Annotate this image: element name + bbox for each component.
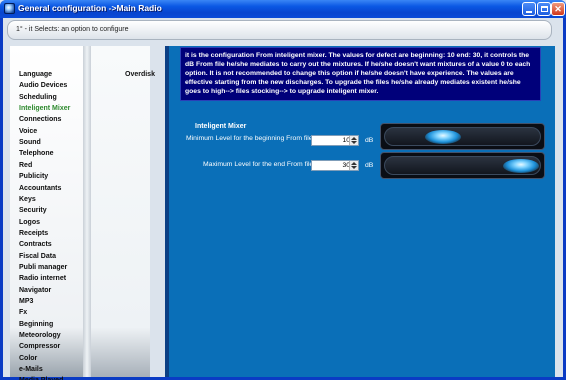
list-divider[interactable]	[83, 46, 91, 377]
minimize-button[interactable]	[522, 2, 536, 16]
sidebar-item-radio-internet[interactable]: Radio internet	[19, 275, 66, 282]
slider-thumb[interactable]	[425, 130, 461, 144]
sidebar-item-fx[interactable]: Fx	[19, 309, 27, 316]
sidebar-item-accountants[interactable]: Accountants	[19, 185, 61, 192]
sidebar-item-connections[interactable]: Connections	[19, 116, 61, 123]
sidebar-item-color[interactable]: Color	[19, 355, 37, 362]
description-box: it is the configuration From inteligent …	[180, 47, 541, 101]
sidebar-item-audio-devices[interactable]: Audio Devices	[19, 82, 67, 89]
maximize-button[interactable]	[537, 2, 551, 16]
sidebar-item-navigator[interactable]: Navigator	[19, 287, 51, 294]
instruction-text: 1° - it Selects: an option to configure	[16, 26, 129, 33]
sidebar-item-contracts[interactable]: Contracts	[19, 241, 52, 248]
spin-down-icon[interactable]	[351, 141, 357, 144]
min-level-value[interactable]: 10	[312, 137, 350, 144]
minimize-icon	[526, 11, 532, 13]
close-icon: ✕	[554, 4, 562, 14]
min-level-spin-buttons[interactable]	[349, 136, 358, 145]
category-list: Language Audio Devices Scheduling Inteligen…	[10, 46, 84, 380]
app-icon[interactable]	[4, 3, 15, 14]
sidebar-item-publicity[interactable]: Publicity	[19, 173, 48, 180]
sidebar-item-receipts[interactable]: Receipts	[19, 230, 48, 237]
max-level-label: Maximum Level for the end From file	[203, 161, 314, 168]
config-panel: it is the configuration From inteligent …	[165, 46, 555, 377]
max-level-spinner[interactable]: 30	[311, 160, 359, 171]
sidebar-item-telephone[interactable]: Telephone	[19, 150, 53, 157]
sidebar-item-fiscal-data[interactable]: Fiscal Data	[19, 253, 56, 260]
slider-track[interactable]	[384, 127, 541, 146]
spin-up-icon[interactable]	[351, 137, 357, 140]
min-level-slider[interactable]	[380, 123, 545, 150]
min-level-unit: dB	[365, 137, 374, 144]
main-window: General configuration ->Main Radio ✕ 1° …	[0, 0, 566, 380]
sidebar-item-security[interactable]: Security	[19, 207, 47, 214]
sidebar-item-logos[interactable]: Logos	[19, 219, 40, 226]
sidebar-item-keys[interactable]: Keys	[19, 196, 36, 203]
sidebar-item-voice[interactable]: Voice	[19, 128, 37, 135]
max-level-spin-buttons[interactable]	[349, 161, 358, 170]
sidebar-item-meteorology[interactable]: Meteorology	[19, 332, 61, 339]
close-button[interactable]: ✕	[551, 2, 565, 16]
option-item-overdisk[interactable]: Overdisk	[125, 71, 155, 78]
spin-down-icon[interactable]	[351, 166, 357, 169]
title-bar[interactable]: General configuration ->Main Radio ✕	[0, 0, 566, 18]
maximize-icon	[541, 6, 548, 12]
sidebar-item-language[interactable]: Language	[19, 71, 52, 78]
sidebar-item-sound[interactable]: Sound	[19, 139, 41, 146]
sidebar-item-scheduling[interactable]: Scheduling	[19, 94, 57, 101]
client-area: 1° - it Selects: an option to configure …	[3, 18, 563, 380]
min-level-label: Minimum Level for the beginning From fil…	[186, 135, 313, 142]
spin-up-icon[interactable]	[351, 162, 357, 165]
slider-track[interactable]	[384, 156, 541, 175]
sidebar-item-e-mails[interactable]: e-Mails	[19, 366, 43, 373]
max-level-slider[interactable]	[380, 152, 545, 179]
instruction-bar: 1° - it Selects: an option to configure	[7, 20, 552, 40]
slider-thumb[interactable]	[503, 159, 539, 173]
window-title: General configuration ->Main Radio	[18, 3, 162, 13]
section-title: Inteligent Mixer	[195, 123, 247, 130]
settings-navigation: Language Audio Devices Scheduling Inteligen…	[10, 46, 155, 380]
sidebar-item-red[interactable]: Red	[19, 162, 32, 169]
sidebar-item-beginning[interactable]: Beginning	[19, 321, 53, 328]
min-level-spinner[interactable]: 10	[311, 135, 359, 146]
sidebar-item-compressor[interactable]: Compressor	[19, 343, 60, 350]
option-list: Overdisk	[91, 46, 155, 377]
sidebar-item-publi-manager[interactable]: Publi manager	[19, 264, 67, 271]
description-text: it is the configuration From inteligent …	[185, 52, 531, 95]
sidebar-item-mp3[interactable]: MP3	[19, 298, 33, 305]
max-level-value[interactable]: 30	[312, 162, 350, 169]
sidebar-item-inteligent-mixer[interactable]: Inteligent Mixer	[19, 105, 70, 112]
max-level-unit: dB	[365, 162, 374, 169]
